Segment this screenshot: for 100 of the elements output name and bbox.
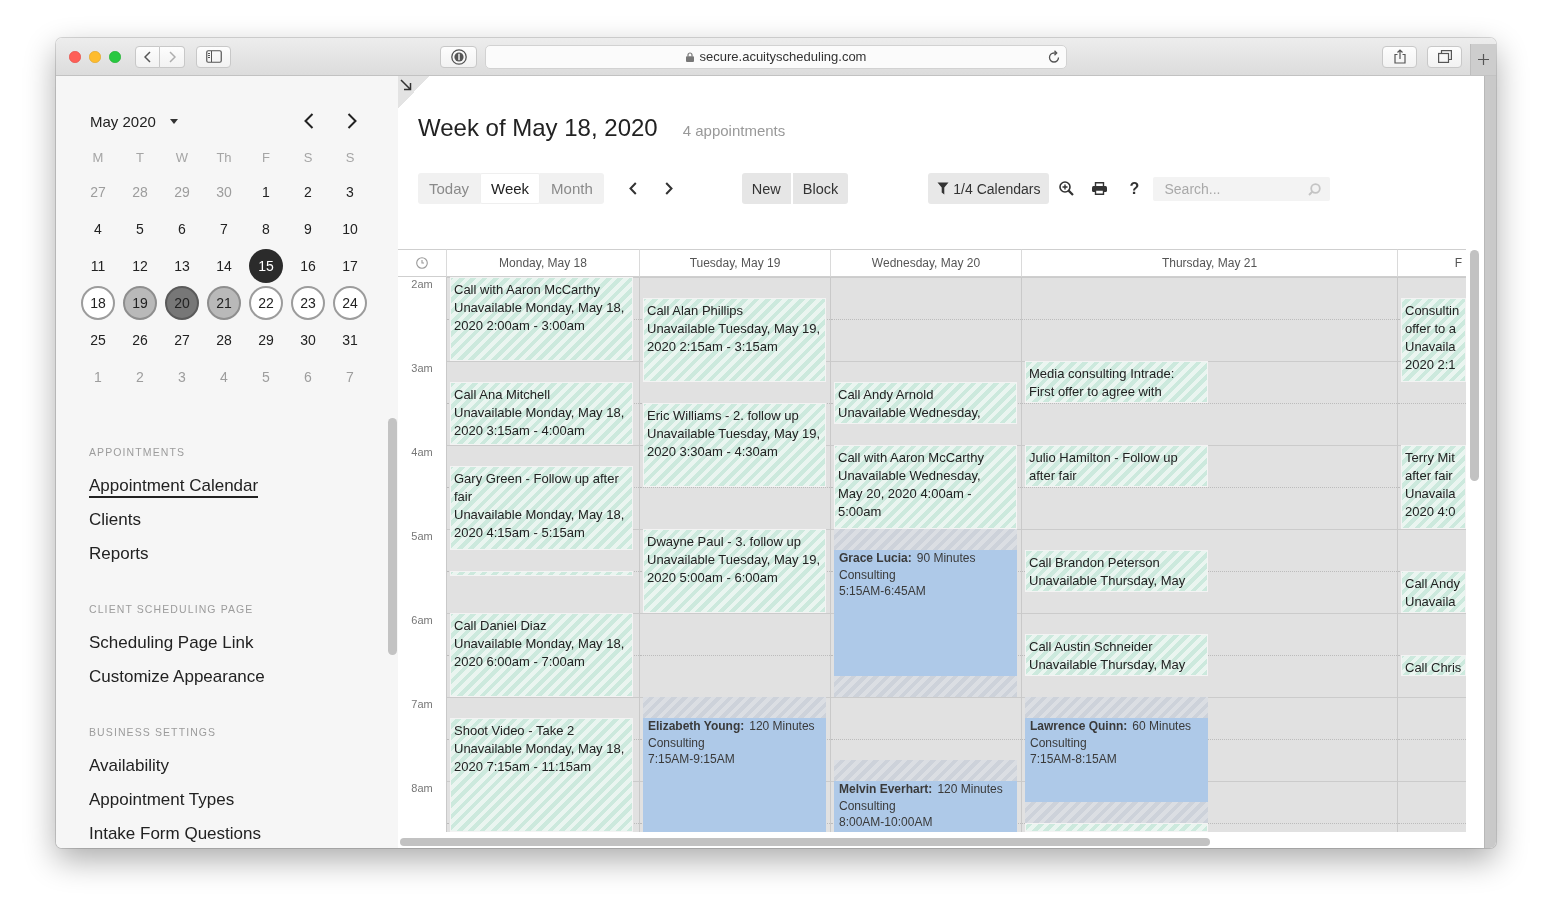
nav-link[interactable]: Scheduling Page Link — [89, 633, 254, 655]
calendar-day[interactable]: 11 — [81, 248, 115, 283]
calendar-day[interactable]: 7 — [207, 211, 241, 246]
sidebar-button[interactable] — [196, 45, 231, 68]
calendar-day[interactable]: 5 — [123, 211, 157, 246]
nav-link[interactable]: Reports — [89, 544, 149, 566]
day-column-header: Thursday, May 21 — [1161, 256, 1258, 270]
day-column-header: Wednesday, May 20 — [871, 256, 981, 270]
appointment-duration: 60 Minutes — [1132, 719, 1192, 734]
nav-link[interactable]: Clients — [89, 510, 141, 532]
calendar-day[interactable]: 21 — [207, 285, 241, 320]
zoom-window-button[interactable] — [109, 50, 121, 63]
unavailable-event[interactable]: Call with Aaron McCarthy Unavailable Monday, May 18, 2020 2:00am - 3:00am — [450, 277, 633, 361]
appointment-event[interactable]: Lawrence Quinn: 60 Minutes Consulting 7:15AM-8:15AM — [1025, 718, 1208, 802]
calendar-day[interactable]: 19 — [123, 285, 157, 320]
unavailable-event[interactable]: Call Andy Arnold Unavailable Wednesday, — [834, 382, 1017, 424]
unavailable-event[interactable]: Call Andy Unavaila — [1401, 571, 1466, 613]
search-icon[interactable] — [1308, 182, 1322, 196]
nav-link[interactable]: Appointment Types — [89, 790, 235, 812]
calendar-day[interactable]: 13 — [165, 248, 199, 283]
nav-link[interactable]: Availability — [89, 756, 169, 778]
unavailable-event[interactable]: Call Brandon Peterson Unavailable Thursday, May — [1025, 550, 1208, 592]
event-text: First offer to agree with — [1029, 383, 1162, 401]
appointment-event[interactable]: Melvin Everhart: 120 Minutes Consulting 8:00AM-10:00AM — [834, 781, 1017, 832]
event-text: Unavailable Wednesday, — [838, 404, 981, 422]
address-bar[interactable]: secure.acuityscheduling.com — [485, 44, 1067, 69]
hour-label: 7am — [411, 698, 433, 711]
unavailable-event[interactable]: Call Austin Schneider Unavailable Thursday, May — [1025, 634, 1208, 676]
close-window-button[interactable] — [69, 50, 81, 63]
calendar-day[interactable]: 12 — [123, 248, 157, 283]
calendar-day[interactable]: 27 — [165, 322, 199, 357]
chevron-right-icon — [168, 50, 176, 63]
view-tab[interactable]: Week — [480, 173, 541, 204]
unavailable-event[interactable]: Consultin offer to a Unavaila 2020 2:1 — [1401, 298, 1466, 382]
unavailable-event[interactable]: Shoot Video - Take 2 Unavailable Monday, May 18, 2020 7:15am - 11:15am — [450, 718, 633, 832]
calendar-day[interactable]: 10 — [333, 211, 367, 246]
appointment-time: 7:15AM-8:15AM — [1030, 751, 1117, 768]
month-picker-button[interactable]: May 2020 — [90, 109, 178, 133]
unavailable-event[interactable]: Call Alan Phillips Unavailable Tuesday, May 19, 2020 2:15am - 3:15am — [643, 298, 826, 382]
search-field[interactable]: Search... — [1153, 176, 1331, 201]
calendar-day[interactable]: 15 — [249, 248, 283, 283]
calendar-day[interactable]: 8 — [249, 211, 283, 246]
help-button[interactable]: ? — [1124, 178, 1145, 199]
calendar-day[interactable]: 14 — [207, 248, 241, 283]
calendar-day[interactable]: 24 — [333, 285, 367, 320]
calendar-day[interactable]: 1 — [249, 174, 283, 209]
reload-icon[interactable] — [1048, 50, 1060, 63]
privacy-button[interactable] — [440, 45, 477, 68]
calendar-day[interactable]: 3 — [333, 174, 367, 209]
unavailable-event[interactable]: Call Daniel Diaz Unavailable Monday, May 18, 2020 6:00am - 7:00am — [450, 613, 633, 697]
tabs-button[interactable] — [1427, 45, 1462, 68]
calendar-day[interactable]: 28 — [207, 322, 241, 357]
scrollbar-thumb[interactable] — [1484, 76, 1496, 848]
scrollbar-thumb[interactable] — [1470, 250, 1479, 481]
unavailable-event[interactable]: Julio Hamilton - Follow up after fair — [1025, 445, 1208, 487]
unavailable-event[interactable]: Eric Williams - 2. follow up Unavailable Tuesday, May 19, 2020 3:30am - 4:30am — [643, 403, 826, 487]
calendar-day[interactable]: 18 — [81, 285, 115, 320]
unavailable-event[interactable]: Terry Mit after fair Unavaila 2020 4:0 — [1401, 445, 1466, 529]
client-name: Elizabeth Young: — [648, 719, 745, 734]
scrollbar-thumb[interactable] — [388, 418, 397, 655]
scrollbar-thumb[interactable] — [400, 838, 1210, 846]
forward-button[interactable] — [160, 45, 185, 68]
calendar-day[interactable]: 17 — [333, 248, 367, 283]
calendar-day[interactable]: 4 — [81, 211, 115, 246]
appointment-time: 8:00AM-10:00AM — [839, 814, 933, 831]
unavailable-event[interactable]: Call with Aaron McCarthy Unavailable Wednesday, May 20, 2020 4:00am - 5:00am — [834, 445, 1017, 529]
appointment-event[interactable]: Grace Lucia: 90 Minutes Consulting 5:15AM-6:45AM — [834, 550, 1017, 676]
calendar-day[interactable]: 22 — [249, 285, 283, 320]
event-text: after fair — [1405, 467, 1453, 485]
nav-link[interactable]: Intake Form Questions — [89, 824, 261, 846]
share-button[interactable] — [1382, 45, 1417, 68]
action-button[interactable]: Block — [792, 173, 849, 204]
event-text: Unavailable Tuesday, May 19, — [647, 551, 821, 569]
calendar-day[interactable]: 31 — [333, 322, 367, 357]
calendar-day[interactable]: 29 — [249, 322, 283, 357]
unavailable-event[interactable]: Gary Green - Follow up after fair Unavailable Monday, May 18, 2020 4:15am - 5:15am — [450, 466, 633, 550]
unavailable-event[interactable]: Media consulting Intrade: First offer to agree with — [1025, 361, 1208, 403]
calendar-day[interactable]: 6 — [165, 211, 199, 246]
calendar-day[interactable]: 16 — [291, 248, 325, 283]
calendar-day[interactable]: 9 — [291, 211, 325, 246]
minimize-window-button[interactable] — [89, 50, 101, 63]
nav-link[interactable]: Customize Appearance — [89, 667, 265, 689]
unavailable-event[interactable]: Call Ana Mitchell Unavailable Monday, May 18, 2020 3:15am - 4:00am — [450, 382, 633, 445]
new-tab-button[interactable] — [1470, 44, 1496, 75]
appointment-type: Consulting — [648, 734, 705, 751]
section-heading: APPOINTMENTS — [89, 446, 186, 458]
appointment-event[interactable]: Elizabeth Young: 120 Minutes Consulting 7:15AM-9:15AM — [643, 718, 826, 832]
calendar-day[interactable]: 25 — [81, 322, 115, 357]
calendars-filter-button[interactable]: 1/4 Calendars — [928, 173, 1050, 204]
caret-down-icon — [169, 118, 178, 124]
unavailable-event[interactable]: Dwayne Paul - 3. follow up Unavailable Tuesday, May 19, 2020 5:00am - 6:00am — [643, 529, 826, 613]
calendar-day[interactable]: 20 — [165, 285, 199, 320]
calendar-day[interactable]: 2 — [291, 174, 325, 209]
calendar-day[interactable]: 30 — [291, 322, 325, 357]
nav-link[interactable]: Appointment Calendar — [89, 476, 259, 498]
calendar-day[interactable]: 23 — [291, 285, 325, 320]
action-button[interactable]: New — [741, 173, 791, 204]
event-text: Unavaila — [1405, 485, 1456, 503]
calendar-day[interactable]: 26 — [123, 322, 157, 357]
back-button[interactable] — [135, 45, 160, 68]
